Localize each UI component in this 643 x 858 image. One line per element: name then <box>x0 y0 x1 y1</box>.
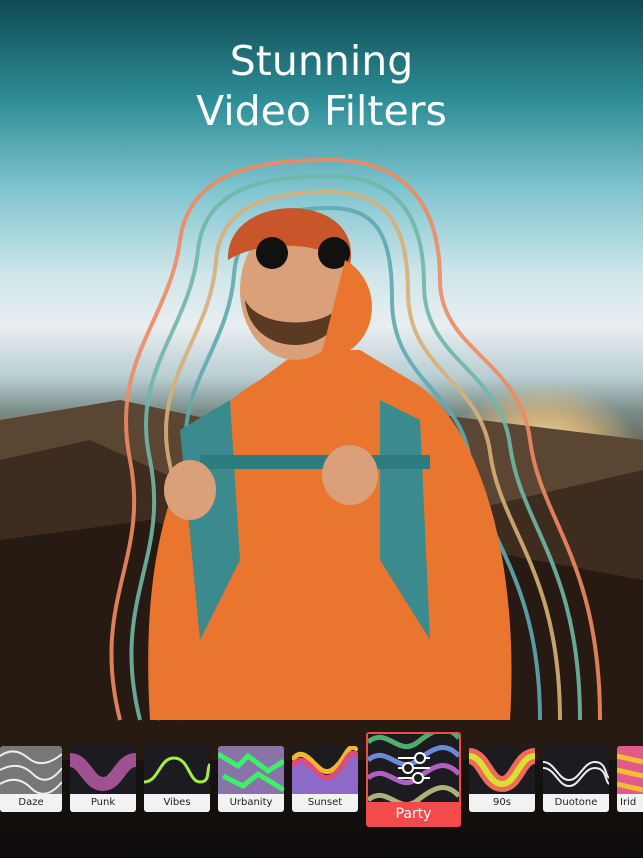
filter-label: Duotone <box>543 794 609 812</box>
filter-label: Daze <box>0 794 62 812</box>
wave-thumbnail <box>617 746 643 794</box>
wave-thumbnail <box>543 760 609 788</box>
wave-thumbnail <box>144 756 210 784</box>
filter-irid[interactable]: Irid <box>617 746 643 812</box>
wave-thumbnail <box>368 734 459 802</box>
filter-90s[interactable]: 90s <box>469 746 535 812</box>
wave-thumbnail <box>469 748 535 793</box>
filter-label: Punk <box>70 794 136 812</box>
sliders-icon <box>398 752 430 784</box>
filter-vibes[interactable]: Vibes <box>144 746 210 812</box>
wave-thumbnail <box>292 746 358 794</box>
filter-strip: Daze Punk Vibes Urbanity Sunset Party 90… <box>0 0 643 858</box>
filter-label: Party <box>395 806 432 822</box>
filter-label: 90s <box>469 794 535 812</box>
filter-label: Urbanity <box>218 794 284 812</box>
filter-urbanity[interactable]: Urbanity <box>218 746 284 812</box>
filter-label: Sunset <box>292 794 358 812</box>
filter-duotone[interactable]: Duotone <box>543 746 609 812</box>
texture-thumbnail <box>0 746 62 794</box>
filter-daze[interactable]: Daze <box>0 746 62 812</box>
filter-label: Irid <box>617 794 643 812</box>
glitch-thumbnail <box>218 746 284 794</box>
wave-thumbnail <box>70 753 136 792</box>
filter-party-selected[interactable]: Party <box>366 732 461 827</box>
filter-label: Vibes <box>144 794 210 812</box>
filter-punk[interactable]: Punk <box>70 746 136 812</box>
filter-sunset[interactable]: Sunset <box>292 746 358 812</box>
